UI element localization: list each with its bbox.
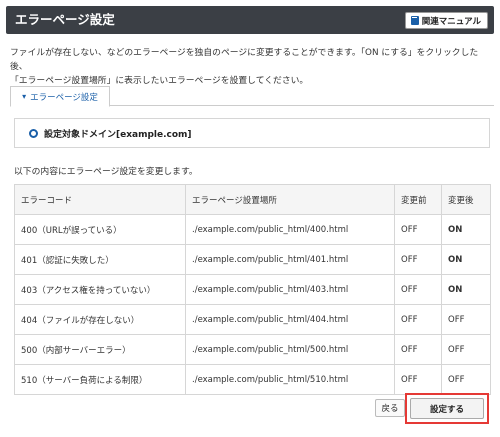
- location-cell: ./example.com/public_html/500.html: [185, 334, 395, 365]
- error-code-cell: 403（アクセス権を持っていない）: [14, 274, 186, 305]
- error-code-cell: 404（ファイルが存在しない）: [14, 304, 186, 335]
- location-cell: ./example.com/public_html/403.html: [185, 274, 395, 305]
- after-cell: OFF: [441, 304, 491, 335]
- target-domain-panel: 設定対象ドメイン[example.com]: [14, 118, 490, 148]
- tab-label: エラーページ設定: [30, 92, 98, 103]
- table-row: 404（ファイルが存在しない） ./example.com/public_htm…: [14, 304, 491, 335]
- table-row: 510（サーバー負荷による制限） ./example.com/public_ht…: [14, 364, 491, 395]
- error-page-table: エラーコード エラーページ設置場所 変更前 変更後 400（URLが誤っている）…: [14, 184, 491, 395]
- chevron-down-icon: ▾: [22, 92, 27, 101]
- before-cell: OFF: [394, 214, 442, 245]
- radio-selected-icon: [29, 128, 38, 138]
- error-code-cell: 500（内部サーバーエラー）: [14, 334, 186, 365]
- table-header-row: エラーコード エラーページ設置場所 変更前 変更後: [14, 184, 491, 215]
- page-title: エラーページ設定: [15, 12, 115, 27]
- after-cell: OFF: [441, 334, 491, 365]
- location-cell: ./example.com/public_html/404.html: [185, 304, 395, 335]
- error-code-cell: 400（URLが誤っている）: [14, 214, 186, 245]
- change-note: 以下の内容にエラーページ設定を変更します。: [14, 167, 198, 177]
- error-code-cell: 401（認証に失敗した）: [14, 244, 186, 275]
- column-header-error-code: エラーコード: [14, 184, 186, 215]
- table-row: 403（アクセス権を持っていない） ./example.com/public_h…: [14, 274, 491, 305]
- table-row: 500（内部サーバーエラー） ./example.com/public_html…: [14, 334, 491, 365]
- tab-bar: ▾ エラーページ設定: [10, 86, 494, 107]
- page-header: エラーページ設定 関連マニュアル: [6, 6, 494, 34]
- description-line-1: ファイルが存在しない、などのエラーページを独自のページに変更することができます。…: [10, 48, 479, 72]
- tab-error-page-settings[interactable]: ▾ エラーページ設定: [10, 86, 110, 107]
- error-code-cell: 510（サーバー負荷による制限）: [14, 364, 186, 395]
- table-row: 400（URLが誤っている） ./example.com/public_html…: [14, 214, 491, 245]
- book-icon: [410, 16, 419, 25]
- before-cell: OFF: [394, 244, 442, 275]
- column-header-before: 変更前: [394, 184, 442, 215]
- after-cell: OFF: [441, 364, 491, 395]
- submit-button[interactable]: 設定する: [410, 398, 484, 419]
- location-cell: ./example.com/public_html/400.html: [185, 214, 395, 245]
- column-header-location: エラーページ設置場所: [185, 184, 395, 215]
- before-cell: OFF: [394, 364, 442, 395]
- before-cell: OFF: [394, 304, 442, 335]
- related-manual-button[interactable]: 関連マニュアル: [404, 12, 488, 29]
- after-cell: ON: [441, 244, 491, 275]
- after-cell: ON: [441, 214, 491, 245]
- page-description: ファイルが存在しない、などのエラーページを独自のページに変更することができます。…: [10, 46, 494, 88]
- table-row: 401（認証に失敗した） ./example.com/public_html/4…: [14, 244, 491, 275]
- related-manual-label: 関連マニュアル: [421, 16, 481, 27]
- location-cell: ./example.com/public_html/510.html: [185, 364, 395, 395]
- location-cell: ./example.com/public_html/401.html: [185, 244, 395, 275]
- column-header-after: 変更後: [441, 184, 491, 215]
- target-domain-label: 設定対象ドメイン[example.com]: [44, 129, 192, 140]
- after-cell: ON: [441, 274, 491, 305]
- before-cell: OFF: [394, 274, 442, 305]
- submit-highlight-frame: 設定する: [405, 393, 489, 424]
- before-cell: OFF: [394, 334, 442, 365]
- back-button[interactable]: 戻る: [375, 399, 405, 417]
